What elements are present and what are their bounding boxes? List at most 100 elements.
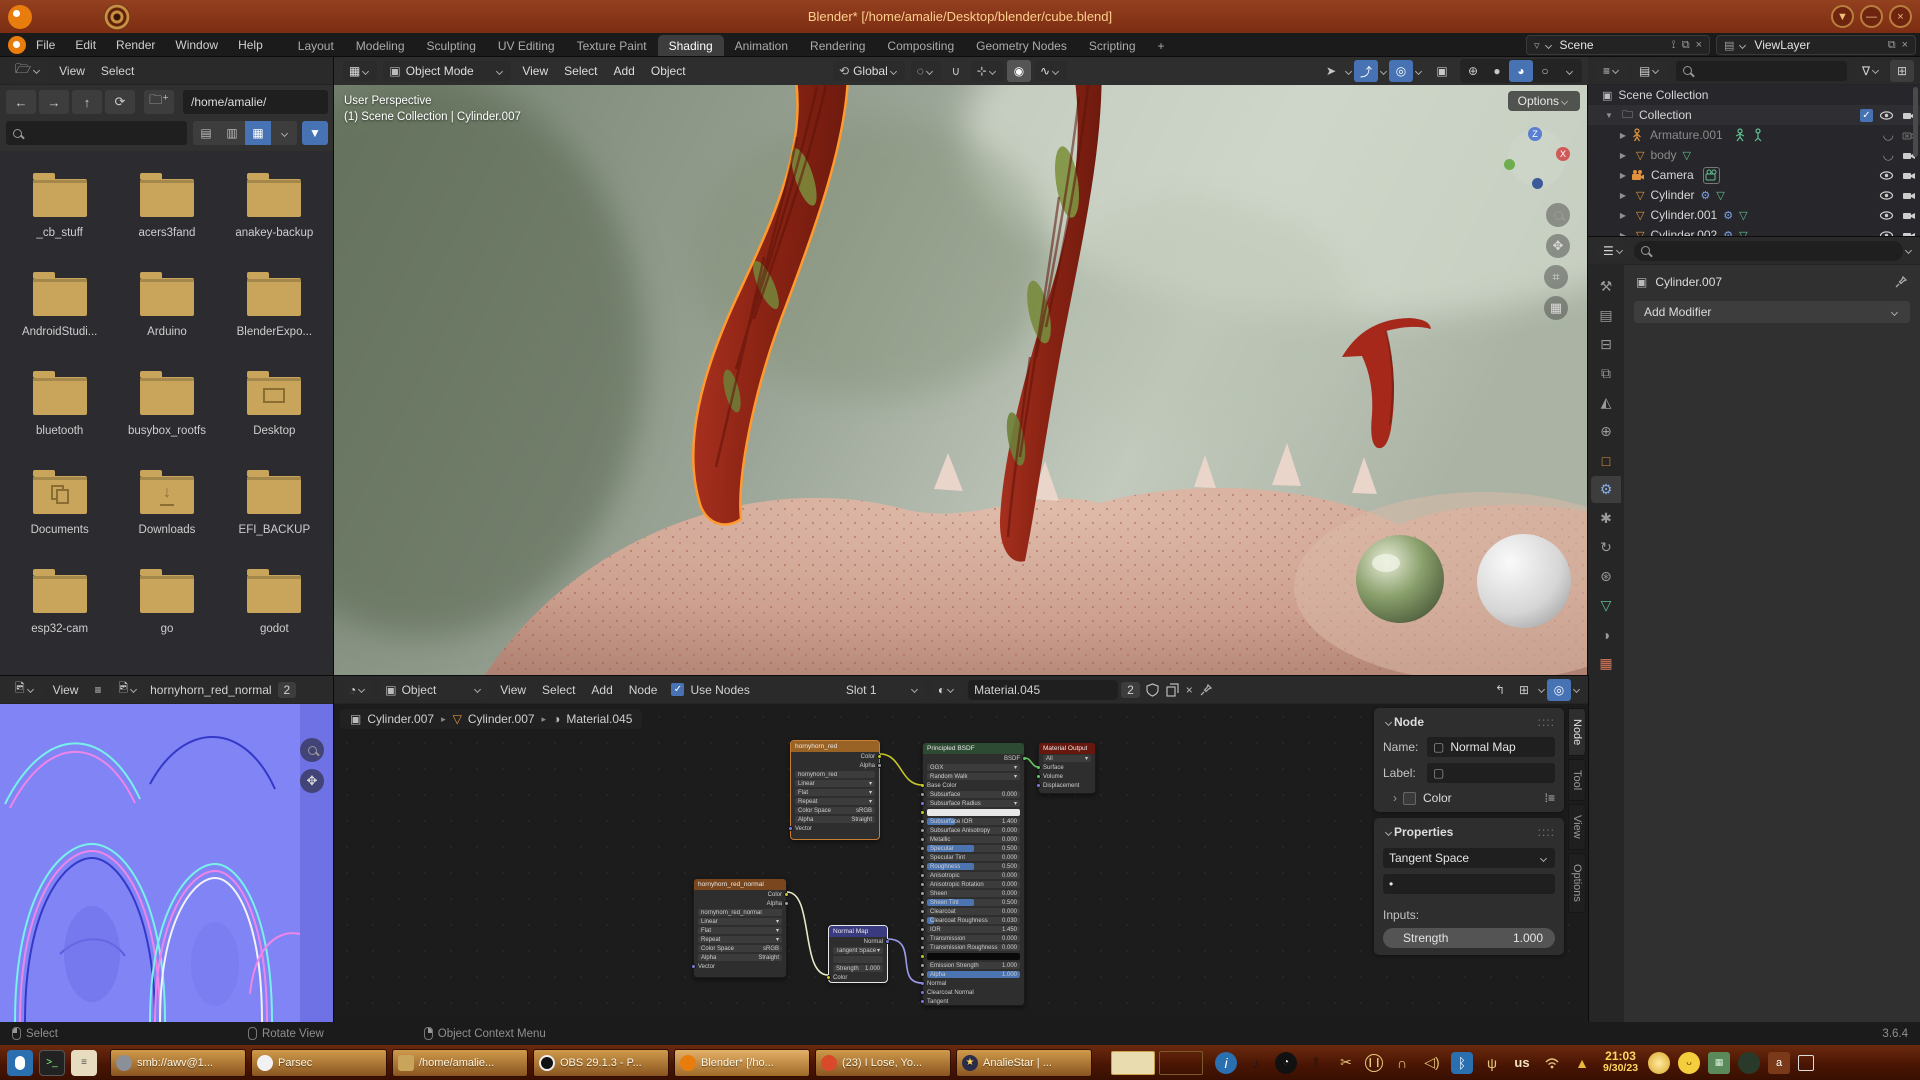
- tab-texture-paint[interactable]: Texture Paint: [566, 35, 658, 57]
- clipboard-tray-icon[interactable]: ✂: [1335, 1052, 1357, 1074]
- zoom-gizmo[interactable]: [1546, 203, 1570, 227]
- outliner-row-body[interactable]: ▶ ▽ body ▽ ◡: [1588, 145, 1920, 165]
- shader-menu-select[interactable]: Select: [534, 680, 583, 700]
- pause-tray-icon[interactable]: ❙❙: [1365, 1054, 1383, 1072]
- file-search-input[interactable]: [6, 121, 187, 145]
- tab-world[interactable]: ⊕: [1591, 418, 1621, 445]
- color-checkbox[interactable]: [1403, 792, 1416, 805]
- shading-material-button[interactable]: ◕: [1509, 60, 1533, 82]
- node-image-texture-normal[interactable]: hornyhorn_red_normal Color Alpha hornyho…: [693, 878, 787, 978]
- taskbar-window-blender[interactable]: Blender* [/ho...: [674, 1049, 810, 1077]
- folder-item[interactable]: godot: [221, 561, 328, 660]
- show-desktop-icon[interactable]: [1798, 1055, 1814, 1071]
- color-presets-icon[interactable]: ⁞≡: [1545, 791, 1555, 805]
- tab-scene[interactable]: ◭: [1591, 389, 1621, 416]
- shader-menu-node[interactable]: Node: [621, 680, 666, 700]
- emoji-icon[interactable]: ᴗ: [1678, 1052, 1700, 1074]
- axis-x[interactable]: X: [1556, 147, 1570, 161]
- outliner-row-cylinder-002[interactable]: ▶ ▽ Cylinder.002 ⚙ ▽: [1588, 225, 1920, 237]
- outliner-row-cylinder[interactable]: ▶ ▽ Cylinder ⚙ ▽: [1588, 185, 1920, 205]
- shading-wireframe-button[interactable]: ⊕: [1461, 60, 1485, 82]
- headset-tray-icon[interactable]: ∩: [1391, 1052, 1413, 1074]
- node-principled-bsdf[interactable]: Principled BSDF BSDF GGX▾ Random Walk▾ B…: [922, 742, 1025, 1006]
- editor-type-file-browser[interactable]: 🗁: [9, 61, 48, 81]
- properties-options-dropdown[interactable]: [1905, 247, 1912, 254]
- tab-layout[interactable]: Layout: [287, 35, 345, 57]
- image-menus-collapsed[interactable]: ≡: [86, 680, 109, 700]
- keyboard-layout[interactable]: us: [1511, 1052, 1533, 1074]
- editor-type-3d-viewport[interactable]: ▦: [343, 61, 377, 81]
- sidebar-tab-node[interactable]: Node: [1568, 708, 1586, 756]
- file-menu-select[interactable]: Select: [93, 61, 142, 81]
- outliner-search-input[interactable]: [1676, 61, 1847, 81]
- hide-eye-icon[interactable]: [1879, 108, 1894, 123]
- folder-item[interactable]: _cb_stuff: [6, 165, 113, 264]
- pivot-point-dropdown[interactable]: ◌: [911, 61, 941, 81]
- remove-layer-icon[interactable]: ×: [1899, 39, 1911, 51]
- tab-object[interactable]: □: [1591, 447, 1621, 474]
- pin-icon[interactable]: ⟟: [1669, 39, 1679, 52]
- outliner-filter-dropdown[interactable]: ∇: [1856, 61, 1887, 81]
- use-nodes-checkbox[interactable]: ✓: [671, 683, 684, 696]
- tab-animation[interactable]: Animation: [724, 35, 799, 57]
- parent-dir-button[interactable]: ↑: [72, 90, 102, 114]
- folder-item[interactable]: esp32-cam: [6, 561, 113, 660]
- copy-material-icon[interactable]: [1165, 682, 1180, 697]
- uv-map-field[interactable]: •: [1383, 874, 1555, 894]
- sidebar-tab-view[interactable]: View: [1568, 804, 1586, 850]
- viewlayer-selector[interactable]: ▤ ViewLayer ⧉ ×: [1716, 35, 1916, 55]
- applications-menu-button[interactable]: [7, 1050, 33, 1076]
- tab-material[interactable]: ◑: [1591, 621, 1621, 648]
- new-collection-button[interactable]: ⊞: [1890, 60, 1914, 82]
- new-scene-icon[interactable]: ⧉: [1679, 39, 1693, 52]
- menu-file[interactable]: File: [26, 35, 65, 55]
- filter-toggle[interactable]: ▼: [302, 121, 328, 145]
- viewport-menu-select[interactable]: Select: [556, 61, 605, 81]
- blender-menu-icon[interactable]: [8, 36, 26, 54]
- outliner-display-dropdown[interactable]: ▤: [1633, 61, 1667, 81]
- bluetooth-tray-icon[interactable]: ᛒ: [1451, 1052, 1473, 1074]
- folder-item[interactable]: bluetooth: [6, 363, 113, 462]
- 3d-viewport[interactable]: ▦ ▣Object Mode View Select Add Object ⟲G…: [334, 57, 1588, 676]
- eye-closed-icon[interactable]: ◡: [1883, 127, 1894, 143]
- node-normal-map[interactable]: Normal Map Normal Tangent Space▾ Strengt…: [828, 925, 888, 983]
- snap-node-icon[interactable]: ⊞: [1512, 679, 1536, 701]
- material-name-field[interactable]: Material.045: [968, 680, 1118, 700]
- image-browse-dropdown[interactable]: 🖻: [112, 680, 145, 700]
- overlays-toggle[interactable]: ◎: [1389, 60, 1413, 82]
- tab-modeling[interactable]: Modeling: [345, 35, 416, 57]
- clock[interactable]: 21:03 9/30/23: [1603, 1050, 1638, 1075]
- snap-toggle[interactable]: ∪: [944, 60, 968, 82]
- eye-icon[interactable]: [1879, 208, 1894, 223]
- folder-item[interactable]: go: [113, 561, 220, 660]
- shading-rendered-button[interactable]: ○: [1533, 60, 1557, 82]
- tab-compositing[interactable]: Compositing: [876, 35, 965, 57]
- tab-rendering[interactable]: Rendering: [799, 35, 876, 57]
- render-visibility-icon[interactable]: [1901, 228, 1916, 238]
- outliner-row-scene-collection[interactable]: ▣ Scene Collection: [1588, 85, 1920, 105]
- shader-menu-view[interactable]: View: [492, 680, 534, 700]
- dictionary-icon[interactable]: a: [1768, 1052, 1790, 1074]
- eye-icon[interactable]: [1879, 188, 1894, 203]
- menu-help[interactable]: Help: [228, 35, 273, 55]
- tab-uv-editing[interactable]: UV Editing: [487, 35, 566, 57]
- tab-texture[interactable]: ▦: [1591, 650, 1621, 677]
- workspace-1[interactable]: [1111, 1051, 1155, 1075]
- new-folder-button[interactable]: 🗀⁺: [144, 90, 174, 114]
- tab-tool[interactable]: ⚒: [1591, 273, 1621, 300]
- info-tray-icon[interactable]: i: [1215, 1052, 1237, 1074]
- folder-item[interactable]: AndroidStudi...: [6, 264, 113, 363]
- snap-dropdown[interactable]: ⊹: [971, 61, 1004, 81]
- taskbar-window-analiestar[interactable]: ★AnalieStar | ...: [956, 1049, 1092, 1077]
- editor-type-properties[interactable]: ☰: [1597, 241, 1631, 261]
- tab-modifiers[interactable]: ⚙: [1591, 476, 1621, 503]
- outliner-row-cylinder-001[interactable]: ▶ ▽ Cylinder.001 ⚙ ▽: [1588, 205, 1920, 225]
- folder-item[interactable]: EFI_BACKUP: [221, 462, 328, 561]
- tab-physics[interactable]: ↻: [1591, 534, 1621, 561]
- render-visibility-icon[interactable]: [1901, 168, 1916, 183]
- view-column-button[interactable]: ▥: [219, 121, 245, 145]
- taskbar-window-smb[interactable]: smb://awv@1...: [110, 1049, 246, 1077]
- image-zoom-gizmo[interactable]: [300, 738, 324, 762]
- new-layer-icon[interactable]: ⧉: [1885, 39, 1899, 52]
- folder-item[interactable]: Arduino: [113, 264, 220, 363]
